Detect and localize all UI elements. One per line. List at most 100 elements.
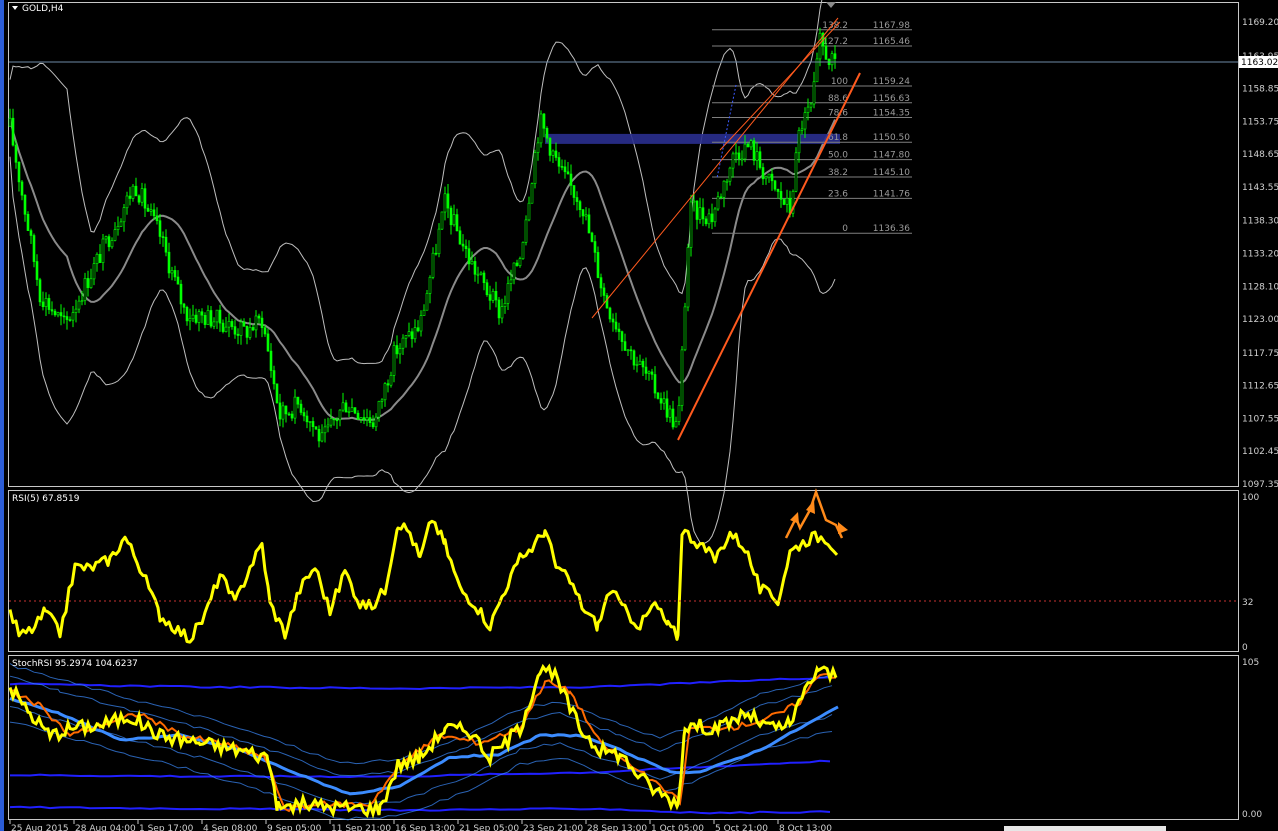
candle-body <box>488 294 492 301</box>
candle-body <box>719 196 723 199</box>
candle-body <box>44 298 48 307</box>
candle-body <box>416 327 420 332</box>
candle-body <box>797 130 801 154</box>
candle-body <box>560 166 564 168</box>
candle-body <box>386 383 390 386</box>
horizontal-scrollbar[interactable] <box>1004 826 1166 831</box>
candle-body <box>83 278 87 301</box>
fib-price-label: 1154.35 <box>873 109 910 119</box>
candle-body <box>749 140 753 148</box>
candle-body <box>809 103 813 108</box>
time-axis-label: 16 Sep 13:00 <box>395 824 455 831</box>
candle-body <box>539 113 543 144</box>
candle-body <box>311 421 315 427</box>
time-axis-label: 28 Aug 04:00 <box>75 824 136 831</box>
candle-body <box>170 270 174 274</box>
time-axis-label: 1 Sep 17:00 <box>139 824 194 831</box>
candle-body <box>683 306 687 351</box>
fib-price-label: 1136.36 <box>873 224 910 234</box>
candle-body <box>404 335 408 339</box>
candle-body <box>425 293 429 311</box>
candle-body <box>347 410 351 413</box>
rsi-panel[interactable] <box>8 490 1239 652</box>
symbol-label: GOLD,H4 <box>22 4 64 14</box>
candle-body <box>116 226 120 231</box>
main-chart-panel[interactable] <box>8 2 1239 487</box>
candle-body <box>755 151 759 161</box>
price-axis-label: 1112.65 <box>1242 382 1278 392</box>
candle-body <box>251 327 255 331</box>
candle-body <box>620 331 624 342</box>
candle-body <box>725 180 729 183</box>
fib-price-label: 1145.10 <box>873 168 910 178</box>
time-axis-label: 25 Aug 2015 <box>11 824 69 831</box>
candle-body <box>437 228 441 255</box>
candle-body <box>509 279 513 284</box>
candle-body <box>245 325 249 338</box>
fib-price-label: 1141.76 <box>873 189 910 199</box>
candle-body <box>608 307 612 320</box>
time-axis-label: 8 Oct 13:00 <box>779 824 832 831</box>
candle-body <box>518 258 522 267</box>
candle-body <box>320 432 324 442</box>
candle-body <box>686 247 690 308</box>
candle-body <box>125 195 129 209</box>
candle-body <box>173 270 177 278</box>
candle-body <box>95 254 99 265</box>
candle-body <box>281 405 285 420</box>
time-axis-label: 11 Sep 21:00 <box>331 824 391 831</box>
candle-body <box>569 173 573 186</box>
candle-body <box>761 167 765 180</box>
candle-body <box>110 240 114 248</box>
candle-body <box>104 236 108 240</box>
candle-body <box>677 405 681 422</box>
price-axis-label: 1128.10 <box>1242 282 1278 292</box>
candle-body <box>305 415 309 423</box>
candle-body <box>50 309 54 312</box>
price-axis-label: 1133.20 <box>1242 250 1278 260</box>
candle-body <box>68 319 72 321</box>
fib-price-label: 1156.63 <box>873 94 910 104</box>
candle-body <box>668 408 672 418</box>
candle-body <box>704 218 708 225</box>
candle-body <box>629 349 633 352</box>
candle-body <box>710 213 714 223</box>
candle-body <box>776 189 780 192</box>
candle-body <box>512 262 516 281</box>
candle-body <box>548 137 552 156</box>
candle-body <box>779 191 783 200</box>
trading-chart[interactable]: 138.2 1167.98127.2 1165.46100 1159.2488.6 11… <box>0 0 1278 831</box>
candle-body <box>101 238 105 263</box>
price-axis-label: 1102.45 <box>1242 447 1278 457</box>
candle-body <box>206 310 210 325</box>
candle-body <box>665 398 669 418</box>
candle-body <box>143 188 147 209</box>
candle-body <box>782 199 786 205</box>
candle-body <box>563 166 567 173</box>
candle-body <box>611 318 615 323</box>
candle-body <box>119 221 123 227</box>
candle-body <box>830 53 834 66</box>
candle-body <box>230 321 234 327</box>
candle-body <box>773 180 777 190</box>
candle-body <box>374 416 378 428</box>
candle-body <box>689 201 693 248</box>
candle-body <box>449 207 453 226</box>
fib-ratio-label: 61.8 <box>828 133 848 143</box>
candle-body <box>257 315 261 319</box>
candle-body <box>80 300 84 302</box>
candle-body <box>14 144 18 163</box>
candle-body <box>134 185 138 197</box>
candle-body <box>344 402 348 413</box>
candle-body <box>188 318 192 322</box>
candle-body <box>11 117 15 146</box>
candle-body <box>41 301 45 307</box>
candle-body <box>356 412 360 420</box>
candle-body <box>266 333 270 352</box>
candle-body <box>500 306 504 319</box>
candle-body <box>578 201 582 211</box>
candle-body <box>218 309 222 324</box>
rsi-axis-top: 100 <box>1242 493 1259 503</box>
candle-body <box>572 185 576 198</box>
candle-body <box>233 326 237 335</box>
